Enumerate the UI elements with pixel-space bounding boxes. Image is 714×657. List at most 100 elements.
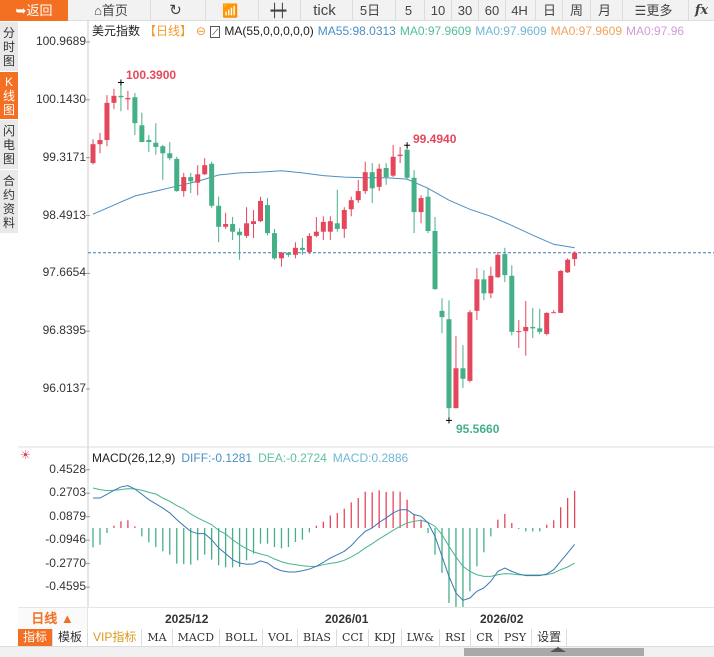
candle-body [355,191,361,201]
candle-body [474,279,480,311]
candle-body [425,196,431,231]
chart-canvas[interactable] [0,0,714,657]
candle-body [181,177,187,192]
indicator-settings-icon[interactable]: ⟋ [210,26,221,38]
candle-body [202,165,208,175]
tab-vol[interactable]: VOL [262,629,299,646]
collapse-icon[interactable]: ⊖ [196,24,206,38]
macd-axis-label: 0.4528 [49,461,86,476]
indicator-tabs: 指标 模板 VIP指标 MA MACD BOLL VOL BIAS CCI KD… [18,629,568,646]
candle-body [572,252,578,260]
candle-body [188,177,194,182]
dea-line [92,487,575,577]
price-axis-label: 98.4913 [42,207,86,222]
candle-body [285,252,291,255]
tab-template[interactable]: 模板 [53,629,89,646]
tab-macd[interactable]: MACD [172,629,221,646]
candle-body [467,312,473,381]
candle-body [495,254,501,278]
macd-axis-label: -0.2770 [45,555,86,570]
candle-body [481,279,487,294]
candle-body [118,95,124,98]
price-axis-label: 100.9689 [35,34,86,48]
candle-body [153,142,159,147]
candle-body [516,331,522,333]
candle-body [223,223,229,227]
candle-body [146,139,152,143]
candle-body [404,149,410,178]
scroll-up-arrow-icon [550,647,566,652]
candle-body [111,95,117,103]
candle-body [411,177,417,213]
dea-value: DEA:-0.2724 [258,451,327,465]
date-label: 2025/12 [165,612,209,626]
candle-body [313,231,319,236]
tab-lwr[interactable]: LW& [401,629,441,646]
period-label: 【日线】 [144,24,193,38]
candle-body [230,223,236,232]
candle-body [320,221,326,232]
tab-rsi[interactable]: RSI [440,629,472,646]
candle-body [502,254,508,276]
symbol-name: 美元指数 [92,24,141,38]
candle-body [306,235,312,253]
candle-body [244,223,250,236]
candle-body [209,163,215,206]
tab-vip-indicator[interactable]: VIP指标 [88,629,143,646]
candle-body [432,230,438,290]
candle-body [509,275,515,332]
ma0-value-1: MA0:97.9609 [399,24,472,38]
candle-body [265,205,270,234]
tab-boll[interactable]: BOLL [220,629,263,646]
diff-line [93,485,576,601]
tab-settings[interactable]: 设置 [532,629,568,646]
date-axis: 日线 ▲ 2025/12 2026/01 2026/02 [18,607,714,629]
low-annotation: 95.5660 [456,422,500,436]
candle-body [334,223,340,229]
candle-body [376,168,382,187]
ma0-value-3: MA0:97.9609 [550,24,623,38]
candle-body [251,221,257,224]
price-axis-label: 100.1430 [35,91,86,106]
candle-body [327,221,333,232]
period-selector[interactable]: 日线 ▲ [18,608,88,629]
candle-body [97,139,103,145]
candle-body [551,312,557,314]
macd-legend: MACD(26,12,9) DIFF:-0.1281 DEA:-0.2724 MACD… [92,451,414,465]
candle-body [90,144,96,164]
candle-body [167,153,173,159]
macd-settings-icon[interactable]: ☀ [20,448,31,462]
candle-body [488,275,494,294]
high-annotation-2: 99.4940 [413,132,457,146]
candle-body [278,252,284,259]
ma55-line [92,170,575,249]
macd-axis-label: -0.4595 [45,579,86,594]
candle-body [271,233,277,259]
tab-bias[interactable]: BIAS [298,629,337,646]
horizontal-scrollbar[interactable] [0,646,714,657]
candle-body [390,156,396,176]
tab-cci[interactable]: CCI [336,629,370,646]
tab-cr[interactable]: CR [471,629,499,646]
candle-body [237,231,243,236]
high-annotation-1: 100.3900 [126,68,177,82]
tab-indicator[interactable]: 指标 [18,629,54,646]
candle-body [453,368,459,409]
candle-body [558,270,564,313]
tab-ma[interactable]: MA [142,629,173,646]
date-label: 2026/01 [325,612,369,626]
tab-kdj[interactable]: KDJ [369,629,402,646]
macd-axis-label: 0.0879 [49,508,86,523]
macd-params: MACD(26,12,9) [92,451,176,465]
candle-body [565,259,571,273]
candle-body [125,97,131,100]
tab-psy[interactable]: PSY [498,629,533,646]
extreme-marker [404,142,411,149]
candle-body [460,368,466,379]
candle-body [523,326,529,332]
price-axis-label: 96.8395 [42,323,86,338]
candle-body [439,310,445,318]
candle-body [537,328,543,332]
candle-body [132,97,138,124]
ma-params: MA(55,0,0,0,0,0) [224,24,314,38]
